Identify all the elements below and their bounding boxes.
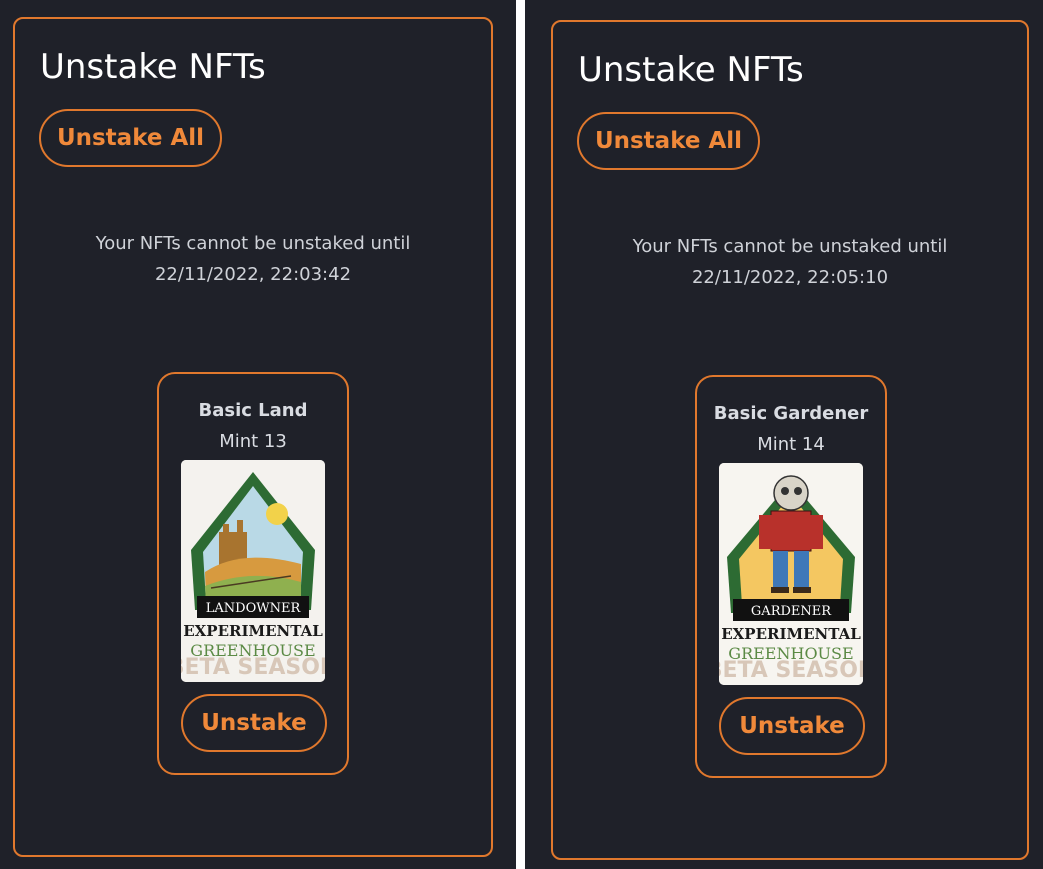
nft-image-brand-line2: GREENHOUSE <box>190 641 315 660</box>
unstake-all-button[interactable]: Unstake All <box>577 112 760 170</box>
nft-card: Basic Land Mint 13 LANDOWNER ETA SEASO E… <box>157 372 349 775</box>
nft-image-banner-text: GARDENER <box>751 604 832 619</box>
nft-image-landowner: LANDOWNER BETA SEASON EXPERIMENTAL GREEN… <box>181 460 325 682</box>
notice-text: Your NFTs cannot be unstaked until <box>632 236 948 257</box>
screen-left: Unstake NFTs Unstake All Your NFTs canno… <box>0 0 516 869</box>
unstake-lock-notice: Your NFTs cannot be unstaked until 22/11… <box>553 231 1027 293</box>
nft-image-banner-text: LANDOWNER <box>206 601 302 616</box>
unstake-all-button[interactable]: Unstake All <box>39 109 222 167</box>
nft-name: Basic Land <box>198 400 308 421</box>
notice-text: Your NFTs cannot be unstaked until <box>95 233 411 254</box>
unstake-button[interactable]: Unstake <box>719 697 865 755</box>
nft-image-brand-line1: EXPERIMENTAL <box>721 625 861 643</box>
nft-name: Basic Gardener <box>713 403 869 424</box>
page-title: Unstake NFTs <box>578 50 804 90</box>
nft-image-brand-line2: GREENHOUSE <box>728 644 853 663</box>
unlock-timestamp: 22/11/2022, 22:03:42 <box>154 264 352 285</box>
unstake-button[interactable]: Unstake <box>181 694 327 752</box>
unstake-lock-notice: Your NFTs cannot be unstaked until 22/11… <box>15 228 491 290</box>
unstake-panel: Unstake NFTs Unstake All Your NFTs canno… <box>551 20 1029 860</box>
nft-mint: Mint 14 <box>757 434 825 455</box>
page-title: Unstake NFTs <box>40 47 266 87</box>
nft-mint: Mint 13 <box>219 431 287 452</box>
nft-image-brand-line1: EXPERIMENTAL <box>183 622 323 640</box>
nft-card: Basic Gardener Mint 14 GARDENER ETA SEAS… <box>695 375 887 778</box>
unstake-panel: Unstake NFTs Unstake All Your NFTs canno… <box>13 17 493 857</box>
screen-right: Unstake NFTs Unstake All Your NFTs canno… <box>525 0 1043 869</box>
nft-image-gardener: GARDENER BETA SEASON EXPERIMENTAL GREENH… <box>719 463 863 685</box>
unlock-timestamp: 22/11/2022, 22:05:10 <box>691 267 889 288</box>
